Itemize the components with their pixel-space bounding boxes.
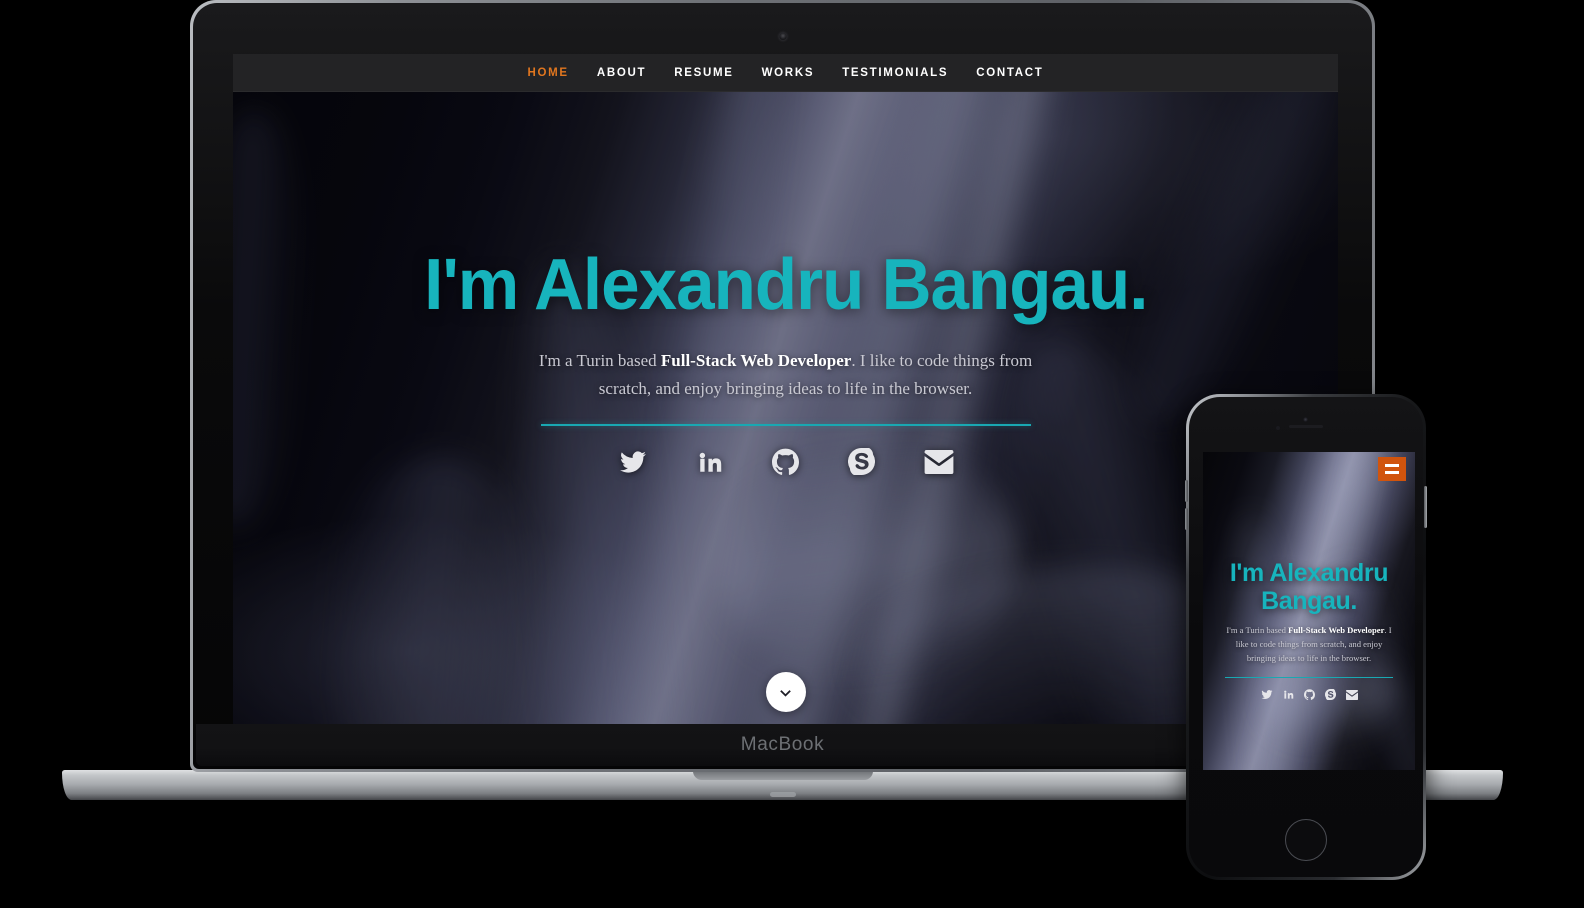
- nav-item-resume[interactable]: RESUME: [660, 67, 747, 79]
- mobile-hero-subtitle-role: Full-Stack Web Developer: [1288, 625, 1385, 635]
- hero-subtitle-prefix: I'm a Turin based: [538, 351, 661, 370]
- mobile-social-links: [1261, 689, 1358, 701]
- chevron-down-icon: [780, 689, 791, 697]
- nav-item-contact[interactable]: CONTACT: [962, 67, 1057, 79]
- nav-item-home[interactable]: HOME: [514, 67, 583, 79]
- email-icon[interactable]: [924, 449, 954, 474]
- hamburger-bar: [1385, 471, 1399, 474]
- mobile-hero-subtitle-prefix: I'm a Turin based: [1226, 625, 1289, 635]
- website-viewport: HOME ABOUT RESUME WORKS TESTIMONIALS CON…: [233, 54, 1338, 748]
- hero-subtitle-role: Full-Stack Web Developer: [660, 351, 852, 370]
- mobile-website-viewport: I'm Alexandru Bangau. I'm a Turin based …: [1203, 452, 1415, 770]
- power-button[interactable]: [1424, 486, 1427, 528]
- mobile-hero-divider: [1225, 676, 1393, 679]
- twitter-icon[interactable]: [618, 449, 648, 475]
- nav-item-about[interactable]: ABOUT: [583, 67, 660, 79]
- mobile-hero-section: I'm Alexandru Bangau. I'm a Turin based …: [1203, 559, 1415, 701]
- hamburger-bar: [1385, 464, 1399, 467]
- mobile-hero-subtitle: I'm a Turin based Full-Stack Web Develop…: [1224, 624, 1394, 666]
- hero-section: I'm Alexandru Bangau. I'm a Turin based …: [233, 245, 1338, 476]
- email-icon[interactable]: [1345, 689, 1358, 700]
- scroll-down-button[interactable]: [765, 672, 806, 712]
- iphone-screen: I'm Alexandru Bangau. I'm a Turin based …: [1203, 452, 1415, 770]
- macbook-screen: HOME ABOUT RESUME WORKS TESTIMONIALS CON…: [233, 54, 1338, 748]
- webcam-icon: [779, 33, 786, 40]
- volume-up-button[interactable]: [1185, 480, 1188, 502]
- linkedin-icon[interactable]: [1283, 689, 1294, 700]
- page-title: I'm Alexandru Bangau.: [423, 245, 1148, 325]
- screenshot-stage: HOME ABOUT RESUME WORKS TESTIMONIALS CON…: [0, 0, 1584, 908]
- hamburger-menu-button[interactable]: [1378, 457, 1406, 481]
- hero-divider: [540, 424, 1031, 427]
- nav-item-works[interactable]: WORKS: [748, 67, 829, 79]
- github-icon[interactable]: [771, 448, 799, 475]
- skype-icon[interactable]: [1324, 689, 1336, 701]
- volume-down-button[interactable]: [1185, 508, 1188, 530]
- macbook-brand-label: MacBook: [740, 734, 825, 755]
- main-navigation: HOME ABOUT RESUME WORKS TESTIMONIALS CON…: [233, 54, 1338, 92]
- home-button[interactable]: [1285, 819, 1327, 861]
- macbook-foot: [769, 792, 796, 797]
- linkedin-icon[interactable]: [697, 449, 723, 475]
- social-links: [618, 448, 954, 476]
- mobile-page-title: I'm Alexandru Bangau.: [1229, 559, 1389, 615]
- nav-item-testimonials[interactable]: TESTIMONIALS: [828, 67, 962, 79]
- hero-subtitle: I'm a Turin based Full-Stack Web Develop…: [526, 347, 1046, 402]
- github-icon[interactable]: [1303, 689, 1315, 701]
- skype-icon[interactable]: [847, 448, 875, 476]
- twitter-icon[interactable]: [1261, 689, 1273, 700]
